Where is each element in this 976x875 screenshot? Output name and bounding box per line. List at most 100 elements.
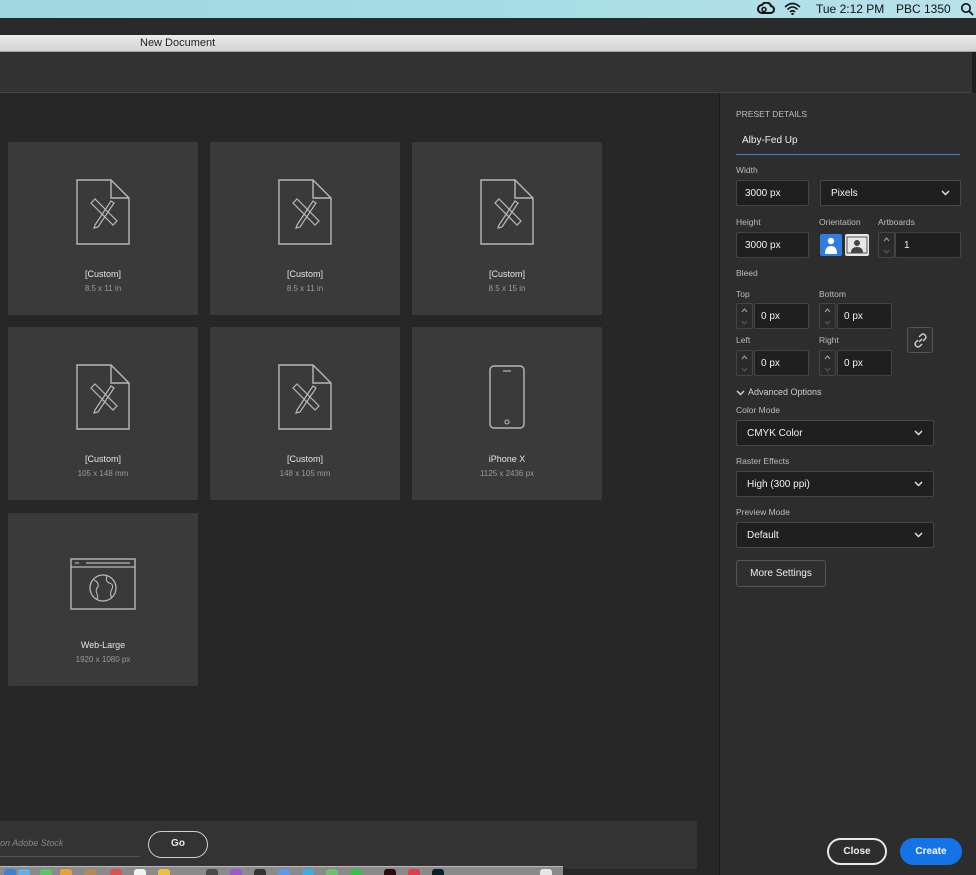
link-bleed-button[interactable] xyxy=(907,327,933,353)
dock-app-icon[interactable] xyxy=(158,869,170,875)
dock-app-icon[interactable] xyxy=(4,869,16,875)
chevron-down-icon[interactable] xyxy=(824,319,831,326)
chevron-down-icon[interactable] xyxy=(741,319,748,326)
more-settings-button[interactable]: More Settings xyxy=(736,560,826,587)
chevron-up-icon[interactable] xyxy=(741,354,748,361)
menubar-clock[interactable]: Tue 2:12 PM xyxy=(816,2,884,16)
preset-card-custom-letter-2[interactable]: [Custom] 8.5 x 11 in xyxy=(210,142,400,315)
chevron-up-icon[interactable] xyxy=(741,307,748,314)
color-mode-value: CMYK Color xyxy=(747,428,803,439)
height-field[interactable]: 3000 px xyxy=(736,232,809,258)
preset-name: [Custom] xyxy=(286,269,323,279)
bleed-bottom-field[interactable]: 0 px xyxy=(837,303,892,329)
preset-card-custom-legal[interactable]: [Custom] 8.5 x 15 in xyxy=(412,142,602,315)
preset-card-iphone-x[interactable]: iPhone X 1125 x 2436 px xyxy=(412,327,602,500)
artboards-label: Artboards xyxy=(878,217,915,227)
bleed-label: Bleed xyxy=(736,268,758,278)
dock-app-icon[interactable] xyxy=(384,869,396,875)
dock-app-icon[interactable] xyxy=(540,869,552,875)
dock-app-icon[interactable] xyxy=(408,869,420,875)
bleed-right-label: Right xyxy=(819,335,839,345)
dock-app-icon[interactable] xyxy=(60,869,72,875)
height-label: Height xyxy=(736,217,761,227)
preset-card-custom-letter[interactable]: [Custom] 8.5 x 11 in xyxy=(8,142,198,315)
preview-mode-dropdown[interactable]: Default xyxy=(736,522,934,548)
chevron-down-icon[interactable] xyxy=(741,366,748,373)
landscape-orientation-button[interactable] xyxy=(845,234,869,256)
create-button[interactable]: Create xyxy=(900,838,962,865)
chevron-down-icon xyxy=(914,430,923,436)
close-button[interactable]: Close xyxy=(827,838,887,865)
stock-search-input[interactable]: on Adobe Stock xyxy=(0,838,63,848)
advanced-options-toggle[interactable]: Advanced Options xyxy=(736,387,822,397)
phone-icon xyxy=(489,365,525,429)
bleed-bottom-value: 0 px xyxy=(844,311,863,322)
preset-name-field[interactable]: Alby-Fed Up xyxy=(736,131,960,155)
bleed-left-stepper[interactable] xyxy=(736,350,753,376)
dock xyxy=(0,866,563,875)
color-mode-dropdown[interactable]: CMYK Color xyxy=(736,420,934,446)
dock-app-icon[interactable] xyxy=(432,869,444,875)
dock-app-icon[interactable] xyxy=(302,869,314,875)
document-icon xyxy=(480,179,534,245)
artboards-stepper[interactable] xyxy=(878,232,895,258)
units-dropdown[interactable]: Pixels xyxy=(820,180,961,206)
web-icon xyxy=(70,558,136,610)
dock-app-icon[interactable] xyxy=(278,869,290,875)
portrait-orientation-button[interactable] xyxy=(820,234,842,256)
window-title: New Document xyxy=(140,37,216,49)
preset-dimensions: 1125 x 2436 px xyxy=(479,469,535,478)
color-mode-label: Color Mode xyxy=(736,405,780,415)
bleed-right-stepper[interactable] xyxy=(819,350,836,376)
bleed-left-value: 0 px xyxy=(761,358,780,369)
preset-card-custom-a6-portrait[interactable]: [Custom] 105 x 148 mm xyxy=(8,327,198,500)
preset-card-web-large[interactable]: Web-Large 1920 x 1080 px xyxy=(8,513,198,686)
menubar-user[interactable]: PBC 1350 xyxy=(896,2,951,16)
raster-effects-dropdown[interactable]: High (300 ppi) xyxy=(736,471,934,497)
bleed-bottom-stepper[interactable] xyxy=(819,303,836,329)
preview-mode-label: Preview Mode xyxy=(736,507,790,517)
go-button[interactable]: Go xyxy=(148,831,208,858)
preset-details-heading: PRESET DETAILS xyxy=(736,109,808,119)
preset-dimensions: 105 x 148 mm xyxy=(77,469,129,478)
preset-card-custom-a6-landscape[interactable]: [Custom] 148 x 105 mm xyxy=(210,327,400,500)
document-icon xyxy=(278,179,332,245)
wifi-icon[interactable] xyxy=(784,2,801,15)
stock-search-bar: on Adobe Stock Go xyxy=(0,821,697,869)
bleed-top-stepper[interactable] xyxy=(736,303,753,329)
chevron-up-icon[interactable] xyxy=(824,307,831,314)
dock-app-icon[interactable] xyxy=(206,869,218,875)
dock-app-icon[interactable] xyxy=(84,869,96,875)
bleed-left-field[interactable]: 0 px xyxy=(754,350,809,376)
units-value: Pixels xyxy=(831,188,858,199)
dock-app-icon[interactable] xyxy=(110,869,122,875)
width-field[interactable]: 3000 px xyxy=(736,180,809,206)
preset-name: Web-Large xyxy=(80,640,126,650)
bleed-top-field[interactable]: 0 px xyxy=(754,303,809,329)
dock-app-icon[interactable] xyxy=(40,869,52,875)
dock-app-icon[interactable] xyxy=(230,869,242,875)
creative-cloud-icon[interactable] xyxy=(757,2,775,15)
bleed-right-field[interactable]: 0 px xyxy=(837,350,892,376)
search-underline xyxy=(0,856,140,857)
chevron-up-icon[interactable] xyxy=(824,354,831,361)
preset-name: [Custom] xyxy=(84,269,121,279)
artboards-value: 1 xyxy=(904,240,910,251)
dock-app-icon[interactable] xyxy=(326,869,338,875)
dock-app-icon[interactable] xyxy=(18,869,30,875)
window-title-bar[interactable]: New Document xyxy=(0,35,976,52)
artboards-field[interactable]: 1 xyxy=(895,232,961,258)
chevron-up-icon[interactable] xyxy=(883,236,890,243)
chevron-down-icon[interactable] xyxy=(824,366,831,373)
preset-details-panel: PRESET DETAILS Alby-Fed Up Width 3000 px… xyxy=(719,93,976,875)
dock-app-icon[interactable] xyxy=(134,869,146,875)
preset-name: iPhone X xyxy=(488,454,526,464)
dock-app-icon[interactable] xyxy=(350,869,362,875)
width-label: Width xyxy=(736,165,758,175)
portrait-icon xyxy=(825,237,837,254)
preset-name: [Custom] xyxy=(84,454,121,464)
dock-app-icon[interactable] xyxy=(254,869,266,875)
preset-dimensions: 8.5 x 11 in xyxy=(286,284,324,293)
search-icon[interactable] xyxy=(960,2,974,16)
chevron-down-icon[interactable] xyxy=(883,248,890,255)
